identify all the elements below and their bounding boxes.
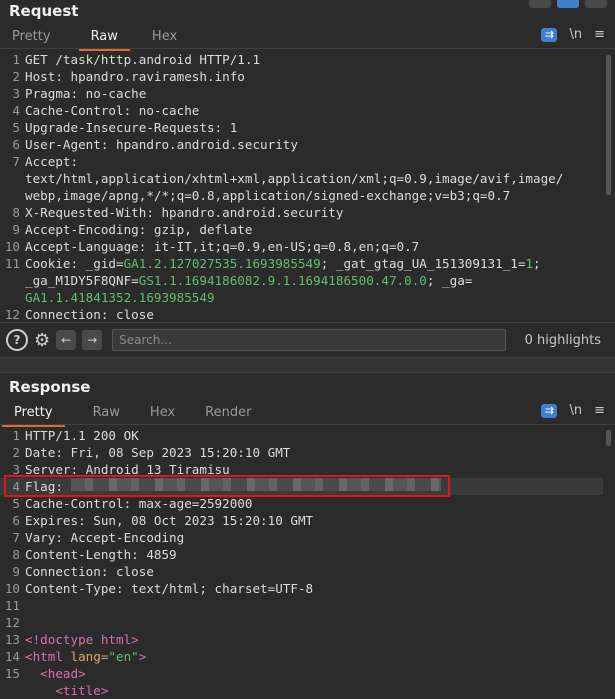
- request-editor[interactable]: 1 GET /task/http.android HTTP/1.1 2 Host: …: [0, 51, 603, 323]
- highlights-count: 0 highlights: [524, 332, 601, 348]
- search-input[interactable]: [112, 329, 507, 351]
- response-tab-raw[interactable]: Raw: [81, 402, 132, 424]
- response-title: Response: [9, 378, 91, 396]
- cookie-line: 11 Cookie: _gid=GA1.2.127027535.169398554…: [4, 256, 541, 271]
- code-line: 4 Cache-Control: no-cache: [12, 103, 200, 118]
- code-line: 1 HTTP/1.1 200 OK: [12, 428, 139, 443]
- gear-icon[interactable]: ⚙: [34, 330, 50, 351]
- code-line: 1 GET /task/http.android HTTP/1.1: [12, 52, 261, 67]
- code-line: 2 Host: hpandro.raviramesh.info: [12, 69, 245, 84]
- response-scrollbar[interactable]: [606, 430, 611, 446]
- code-line: 15 <head>: [4, 666, 86, 681]
- code-line: 5 Upgrade-Insecure-Requests: 1: [12, 120, 238, 135]
- request-tab-pretty[interactable]: Pretty: [0, 26, 63, 48]
- code-line: 12: [4, 615, 20, 630]
- code-line: 3 Pragma: no-cache: [12, 86, 147, 101]
- newline-toggle[interactable]: \n: [569, 27, 582, 42]
- code-line: 9 Accept-Encoding: gzip, deflate: [12, 222, 253, 237]
- code-line-wrapped: text/html,application/xhtml+xml,applicat…: [25, 171, 564, 186]
- request-tabs: Pretty Raw Hex: [0, 26, 615, 51]
- response-tabs: Pretty Raw Hex Render: [0, 402, 615, 427]
- newline-toggle[interactable]: \n: [569, 403, 582, 418]
- cookie-line-wrapped: _ga_M1DY5F8QNF=GS1.1.1694186082.9.1.1694…: [25, 273, 473, 288]
- search-toolbar: ? ⚙ ← → 0 highlights: [0, 322, 615, 357]
- cookie-line-wrapped: GA1.1.41841352.1693985549: [25, 290, 215, 305]
- code-line: 13 <!doctype html>: [4, 632, 139, 647]
- next-match-icon[interactable]: →: [82, 330, 103, 350]
- request-menu-icon[interactable]: ≡: [594, 27, 605, 42]
- code-line: 10 Accept-Language: it-IT,it;q=0.9,en-US;…: [4, 239, 420, 254]
- code-line: 6 Expires: Sun, 08 Oct 2023 15:20:10 GMT: [12, 513, 314, 528]
- code-line: 11: [4, 598, 20, 613]
- code-line: 2 Date: Fri, 08 Sep 2023 15:20:10 GMT: [12, 445, 291, 460]
- code-line: 9 Connection: close: [12, 564, 154, 579]
- layout-horizontal-icon[interactable]: [557, 0, 579, 8]
- layout-vertical-icon[interactable]: [585, 0, 607, 8]
- help-icon[interactable]: ?: [6, 329, 28, 351]
- layout-split-icon[interactable]: [529, 0, 551, 8]
- code-line: 12 Connection: close: [4, 307, 154, 322]
- word-wrap-icon[interactable]: ⇉: [541, 403, 558, 418]
- word-wrap-icon[interactable]: ⇉: [541, 27, 558, 42]
- response-tab-hex[interactable]: Hex: [138, 402, 187, 424]
- code-line: 7 Accept:: [12, 154, 79, 169]
- response-tab-pretty[interactable]: Pretty: [2, 402, 65, 427]
- request-view-options: ⇉ \n ≡: [541, 27, 605, 42]
- response-menu-icon[interactable]: ≡: [594, 403, 605, 418]
- code-line: 14 <html lang="en">: [4, 649, 147, 664]
- response-editor[interactable]: 1 HTTP/1.1 200 OK 2 Date: Fri, 08 Sep 2023…: [0, 427, 603, 699]
- code-line-wrapped: webp,image/apng,*/*;q=0.8,application/si…: [25, 188, 511, 203]
- previous-match-icon[interactable]: ←: [56, 330, 77, 350]
- request-scrollbar[interactable]: [606, 55, 611, 195]
- panel-divider[interactable]: [0, 357, 615, 373]
- request-tab-hex[interactable]: Hex: [140, 26, 189, 48]
- code-line: 10 Content-Type: text/html; charset=UTF-8: [4, 581, 314, 596]
- code-line: 8 X-Requested-With: hpandro.android.secur…: [12, 205, 344, 220]
- code-line: <title>: [25, 683, 109, 698]
- request-tab-raw[interactable]: Raw: [78, 26, 131, 51]
- response-view-options: ⇉ \n ≡: [541, 403, 605, 418]
- code-line: 8 Content-Length: 4859: [12, 547, 177, 562]
- code-line: 5 Cache-Control: max-age=2592000: [12, 496, 253, 511]
- code-line: 6 User-Agent: hpandro.android.security: [12, 137, 298, 152]
- request-title: Request: [9, 2, 79, 20]
- code-line: 7 Vary: Accept-Encoding: [12, 530, 185, 545]
- response-tab-render[interactable]: Render: [193, 402, 263, 424]
- layout-toggle-group: [529, 0, 607, 8]
- flag-annotation-box: [4, 475, 450, 497]
